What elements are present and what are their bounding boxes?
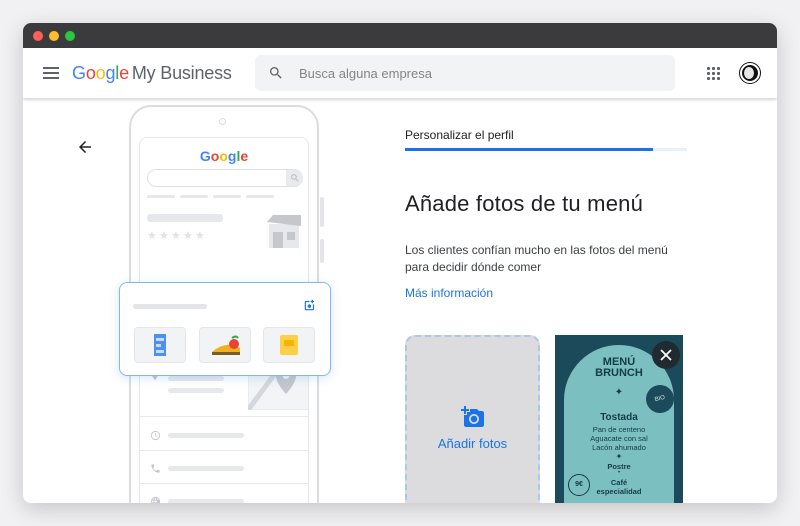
- progress-label: Personalizar el perfil: [405, 128, 514, 142]
- maximize-window-button[interactable]: [65, 31, 75, 41]
- account-avatar[interactable]: [740, 63, 760, 83]
- apps-grid-icon[interactable]: [707, 67, 720, 80]
- progress-bar: [405, 148, 687, 151]
- globe-icon: [150, 496, 161, 503]
- divider: [140, 450, 308, 451]
- placeholder-line: [213, 195, 241, 198]
- add-photo-icon: [461, 406, 484, 427]
- sparkle-icon: ✦: [615, 452, 623, 461]
- menu-title: BRUNCH: [595, 367, 643, 379]
- logo-letter: o: [219, 148, 228, 164]
- menu-ingredient: Lacón ahumado: [592, 443, 646, 452]
- logo-letter: o: [85, 63, 96, 83]
- menu-ingredient: Pan de centeno: [592, 425, 646, 434]
- placeholder-line: [246, 195, 274, 198]
- illustration-google-logo: Google: [140, 148, 308, 164]
- close-window-button[interactable]: [33, 31, 43, 41]
- logo-letter: g: [105, 63, 116, 83]
- food-thumbnail: [199, 327, 251, 363]
- product-name: My Business: [131, 63, 232, 83]
- menu-thumbnail: [134, 327, 186, 363]
- storefront-icon: [267, 215, 301, 248]
- placeholder-line: [147, 214, 223, 222]
- main-content: Google ★ ★ ★ ★ ★ Personalizar el perfil …: [23, 98, 777, 503]
- drink-thumbnail: [263, 327, 315, 363]
- add-photos-button[interactable]: Añadir fotos: [405, 335, 540, 503]
- star-icon: ★: [147, 230, 157, 242]
- placeholder-line: [180, 195, 208, 198]
- placeholder-line: [147, 195, 175, 198]
- divider: [140, 483, 308, 484]
- star-icon: ★: [195, 230, 205, 242]
- add-photo-icon: [304, 299, 315, 311]
- logo-letter: e: [240, 148, 249, 164]
- google-my-business-logo[interactable]: Google My Business: [72, 63, 232, 84]
- food-icon: [212, 335, 240, 355]
- page-title: Añade fotos de tu menú: [405, 191, 644, 216]
- star-icon: ★: [183, 230, 193, 242]
- more-info-link[interactable]: Más información: [405, 286, 493, 300]
- browser-window: GoogleMy Business Google: [23, 23, 777, 503]
- page-description: Los clientes confían mucho en las fotos …: [405, 243, 668, 274]
- back-arrow-icon[interactable]: [76, 138, 94, 156]
- search-input[interactable]: [299, 55, 659, 91]
- close-icon: [660, 349, 672, 361]
- logo-letter: G: [72, 63, 86, 83]
- placeholder-line: [168, 499, 244, 503]
- minimize-window-button[interactable]: [49, 31, 59, 41]
- menu-dish: Tostada: [600, 412, 638, 423]
- placeholder-line: [168, 376, 224, 381]
- illustration-search-button: [286, 170, 303, 186]
- menu-ingredient: Aguacate con sal: [590, 434, 648, 443]
- phone-side-button: [320, 239, 324, 263]
- clock-icon: [150, 430, 161, 441]
- placeholder-line: [168, 388, 224, 393]
- remove-photo-button[interactable]: [652, 341, 680, 369]
- menu-photos-card-illustration: [119, 282, 331, 376]
- divider: [140, 416, 308, 417]
- placeholder-line: [168, 433, 244, 438]
- title-bar: [23, 23, 777, 48]
- phone-camera: [219, 118, 226, 125]
- menu-icon[interactable]: [43, 67, 59, 79]
- search-icon: [270, 67, 282, 79]
- star-icon: ★: [171, 230, 181, 242]
- app-bar: Google My Business: [23, 48, 777, 98]
- phone-side-button: [320, 197, 324, 227]
- logo-letter: G: [199, 148, 211, 164]
- star-icon: ★: [159, 230, 169, 242]
- search-box[interactable]: [255, 55, 675, 91]
- menu-board-icon: [154, 334, 166, 356]
- menu-price: 9€: [568, 474, 590, 496]
- google-wordmark: Google: [72, 63, 129, 83]
- progress-bar-fill: [405, 148, 654, 151]
- placeholder-line: [133, 304, 207, 309]
- add-photos-label: Añadir fotos: [437, 436, 508, 451]
- logo-letter: o: [95, 63, 106, 83]
- illustration-search-bar: [147, 169, 303, 187]
- phone-icon: [151, 464, 160, 473]
- search-icon: [291, 174, 299, 182]
- placeholder-line: [168, 466, 244, 471]
- drink-icon: [280, 335, 298, 355]
- logo-letter: e: [119, 63, 129, 83]
